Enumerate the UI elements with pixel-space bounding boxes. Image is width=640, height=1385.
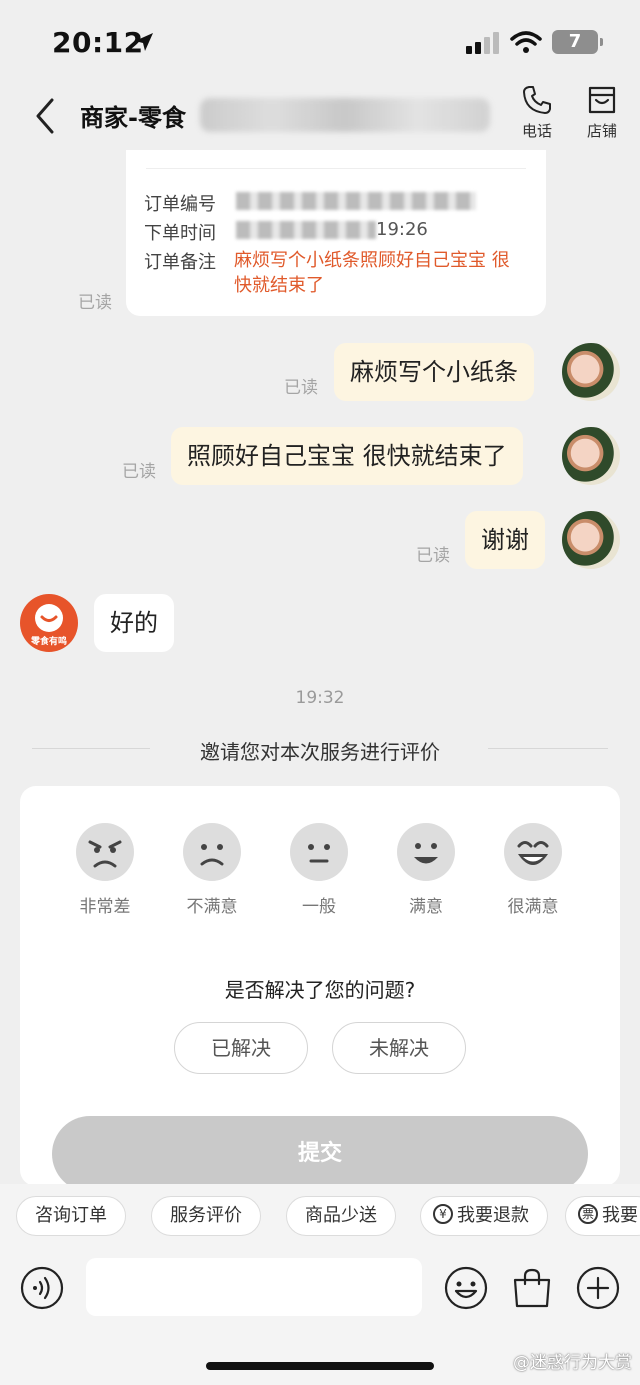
resolution-question: 是否解决了您的问题? bbox=[224, 978, 416, 1002]
read-receipt: 已读 bbox=[284, 378, 318, 398]
quick-action-missing-items[interactable]: 商品少送 bbox=[286, 1196, 396, 1236]
invoice-icon: 票 bbox=[578, 1204, 598, 1224]
rating-label: 不满意 bbox=[186, 897, 238, 917]
rating-label: 一般 bbox=[302, 897, 336, 917]
phone-icon bbox=[523, 86, 551, 114]
watermark: @迷惑行为大赏 bbox=[513, 1353, 632, 1373]
message-timestamp: 19:32 bbox=[295, 688, 345, 708]
smile-face-icon bbox=[397, 823, 455, 881]
order-time-row: 下单时间 19:26 bbox=[144, 219, 444, 245]
rating-label: 很满意 bbox=[507, 897, 559, 917]
voice-input-icon[interactable] bbox=[20, 1266, 64, 1310]
quick-action-service-rating[interactable]: 服务评价 bbox=[151, 1196, 261, 1236]
battery-indicator: 7 bbox=[552, 30, 603, 54]
quick-action-consult-order[interactable]: 咨询订单 bbox=[16, 1196, 126, 1236]
divider bbox=[146, 168, 526, 169]
redacted-merchant-name bbox=[200, 98, 490, 132]
back-chevron-icon[interactable] bbox=[30, 96, 60, 136]
message-bubble[interactable]: 好的 bbox=[94, 594, 174, 652]
quick-action-more[interactable]: 票我要 bbox=[565, 1196, 640, 1236]
read-receipt: 已读 bbox=[122, 462, 156, 482]
angry-face-icon bbox=[76, 823, 134, 881]
neutral-face-icon bbox=[290, 823, 348, 881]
merchant-logo-icon: 零食有鸣 bbox=[30, 604, 67, 647]
emoji-icon[interactable] bbox=[444, 1266, 488, 1310]
svg-text:零食有鸣: 零食有鸣 bbox=[30, 635, 67, 647]
rating-invite-text: 邀请您对本次服务进行评价 bbox=[200, 740, 440, 764]
rating-option-satisfied[interactable]: 满意 bbox=[386, 822, 466, 917]
rating-option-very-bad[interactable]: 非常差 bbox=[65, 822, 145, 917]
phone-label: 电话 bbox=[521, 122, 552, 140]
order-time-label: 下单时间 bbox=[144, 223, 216, 244]
user-avatar[interactable] bbox=[562, 427, 620, 485]
wifi-icon bbox=[510, 31, 542, 53]
submit-button[interactable]: 提交 bbox=[52, 1116, 588, 1186]
user-avatar[interactable] bbox=[562, 511, 620, 569]
store-icon bbox=[588, 86, 616, 114]
unresolved-button[interactable]: 未解决 bbox=[332, 1022, 466, 1074]
shop-button[interactable]: 店铺 bbox=[577, 84, 627, 141]
location-arrow-icon bbox=[135, 33, 153, 51]
cellular-signal-icon bbox=[466, 32, 499, 54]
message-bubble[interactable]: 麻烦写个小纸条 bbox=[334, 343, 534, 401]
user-avatar[interactable] bbox=[562, 343, 620, 401]
rating-option-unsatisfied[interactable]: 不满意 bbox=[172, 822, 252, 917]
page-title: 商家-零食 bbox=[80, 104, 186, 132]
chat-input-bar: @迷惑行为大赏 bbox=[0, 1248, 640, 1385]
order-info-card[interactable]: 订单编号 下单时间 19:26 订单备注 麻烦写个小纸条照顾好自己宝宝 很快就结… bbox=[126, 150, 546, 316]
yen-icon: ¥ bbox=[433, 1204, 453, 1224]
rating-option-very-satisfied[interactable]: 很满意 bbox=[493, 822, 573, 917]
read-receipt: 已读 bbox=[416, 546, 450, 566]
home-indicator bbox=[206, 1362, 434, 1370]
rating-label: 满意 bbox=[409, 897, 443, 917]
quick-actions-bar: 咨询订单 服务评价 商品少送 ¥ 我要退款 票我要 bbox=[0, 1184, 640, 1248]
sad-face-icon bbox=[183, 823, 241, 881]
message-bubble[interactable]: 谢谢 bbox=[465, 511, 545, 569]
shop-label: 店铺 bbox=[586, 122, 617, 140]
quick-action-refund-label: 我要退款 bbox=[457, 1205, 529, 1226]
rating-option-neutral[interactable]: 一般 bbox=[279, 822, 359, 917]
order-number-label: 订单编号 bbox=[144, 194, 216, 215]
merchant-avatar[interactable]: 零食有鸣 bbox=[20, 594, 78, 652]
quick-action-refund[interactable]: ¥ 我要退款 bbox=[420, 1196, 548, 1236]
order-note-value: 麻烦写个小纸条照顾好自己宝宝 很快就结束了 bbox=[234, 250, 510, 296]
phone-button[interactable]: 电话 bbox=[512, 84, 562, 141]
order-note-row: 订单备注 麻烦写个小纸条照顾好自己宝宝 很快就结束了 bbox=[144, 248, 534, 304]
add-icon[interactable] bbox=[576, 1266, 620, 1310]
message-input[interactable] bbox=[86, 1258, 422, 1316]
shopping-bag-icon[interactable] bbox=[510, 1266, 554, 1310]
redacted-order-number bbox=[236, 192, 476, 210]
laughing-face-icon bbox=[504, 823, 562, 881]
quick-action-more-label: 我要 bbox=[602, 1205, 638, 1226]
read-receipt: 已读 bbox=[78, 293, 112, 313]
message-bubble[interactable]: 照顾好自己宝宝 很快就结束了 bbox=[171, 427, 523, 485]
clock: 20:12 bbox=[52, 26, 144, 59]
status-bar: 20:12 7 bbox=[0, 0, 640, 84]
order-number-row: 订单编号 bbox=[144, 190, 476, 216]
chat-header: 商家-零食 电话 店铺 bbox=[0, 84, 640, 150]
resolved-button[interactable]: 已解决 bbox=[174, 1022, 308, 1074]
redacted-order-time bbox=[236, 221, 376, 239]
rating-card: 非常差 不满意 一般 满意 很满意 是否解决了您的问题? 已解决 未解决 提交 bbox=[20, 786, 620, 1186]
order-time-value: 19:26 bbox=[376, 219, 428, 240]
order-note-label: 订单备注 bbox=[144, 252, 216, 273]
rating-label: 非常差 bbox=[79, 897, 131, 917]
